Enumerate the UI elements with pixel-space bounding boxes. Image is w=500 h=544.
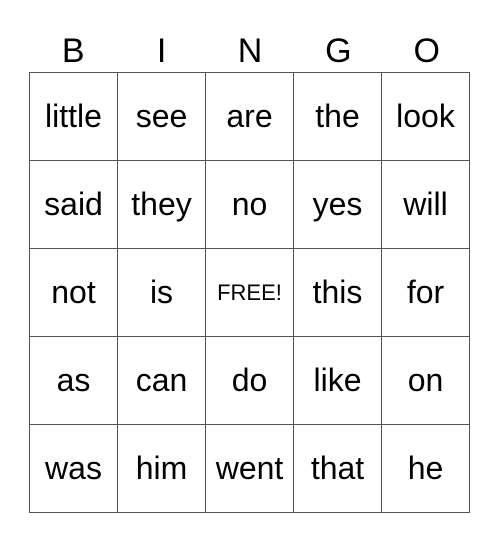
header-letter: B	[61, 32, 85, 70]
grid-row: as can do like on	[29, 336, 470, 425]
grid-row: said they no yes will	[29, 160, 470, 249]
bingo-cell: said	[29, 160, 118, 249]
bingo-cell: not	[29, 248, 118, 337]
bingo-cell: that	[293, 424, 382, 513]
bingo-cell: as	[29, 336, 118, 425]
bingo-cell: will	[381, 160, 470, 249]
bingo-cell: they	[117, 160, 206, 249]
bingo-cell: is	[117, 248, 206, 337]
grid-row: was him went that he	[29, 424, 470, 513]
bingo-cell: on	[381, 336, 470, 425]
bingo-cell: yes	[293, 160, 382, 249]
bingo-cell: can	[117, 336, 206, 425]
grid-row: little see are the look	[29, 72, 470, 161]
bingo-cell: are	[205, 72, 294, 161]
bingo-cell: this	[293, 248, 382, 337]
header-letter: I	[156, 32, 167, 70]
free-space-cell: FREE!	[205, 248, 294, 337]
header-letter: N	[237, 32, 263, 70]
bingo-cell: see	[117, 72, 206, 161]
bingo-cell: for	[381, 248, 470, 337]
bingo-grid: little see are the look said they no yes…	[29, 72, 470, 513]
bingo-cell: him	[117, 424, 206, 513]
header-letter: O	[413, 32, 440, 70]
bingo-cell: the	[293, 72, 382, 161]
bingo-cell: was	[29, 424, 118, 513]
bingo-cell: little	[29, 72, 118, 161]
bingo-cell: like	[293, 336, 382, 425]
bingo-cell: he	[381, 424, 470, 513]
bingo-header: B I N G O	[29, 30, 471, 72]
grid-row: not is FREE! this for	[29, 248, 470, 337]
bingo-cell: went	[205, 424, 294, 513]
bingo-cell: look	[381, 72, 470, 161]
bingo-cell: no	[205, 160, 294, 249]
header-letter: G	[325, 32, 352, 70]
bingo-cell: do	[205, 336, 294, 425]
